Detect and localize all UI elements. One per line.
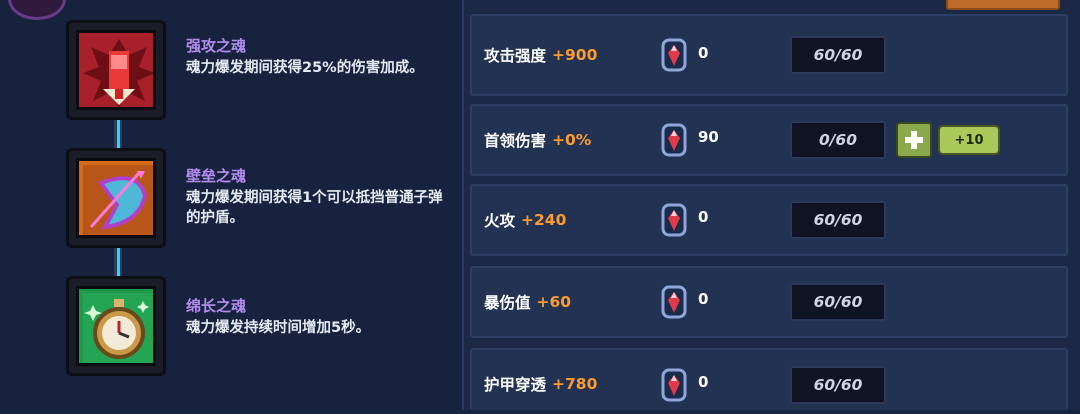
soul-gem-icon <box>661 38 687 72</box>
soul-title: 壁垒之魂 <box>186 167 247 185</box>
level-progress: 60/60 <box>790 283 886 321</box>
red-soul-emblem-icon <box>76 30 156 110</box>
soul-slot-3[interactable] <box>66 276 166 376</box>
soul-slot-1[interactable] <box>66 20 166 120</box>
soul-connector-glow <box>117 248 120 278</box>
stat-bonus: +900 <box>552 46 598 64</box>
stat-label: 火攻 +240 <box>484 186 566 254</box>
stat-label: 攻击强度 +900 <box>484 16 597 94</box>
gem-count: 0 <box>698 208 709 226</box>
stat-row-boss-damage: 首领伤害 +0% 90 0/60 +10 <box>470 104 1068 176</box>
soul-description: 魂力爆发期间获得25%的伤害加成。 <box>186 60 424 76</box>
soul-gem-icon <box>661 368 687 402</box>
gem-count: 0 <box>698 290 709 308</box>
stat-row-crit-damage: 暴伤值 +60 0 60/60 <box>470 266 1068 338</box>
soul-slot-2[interactable] <box>66 148 166 248</box>
gem-count: 0 <box>698 44 709 62</box>
level-progress: 60/60 <box>790 201 886 239</box>
stat-bonus: +240 <box>521 211 567 229</box>
add-ten-levels-button[interactable]: +10 <box>938 125 1000 155</box>
soul-connector-glow <box>117 118 120 150</box>
stat-bonus: +60 <box>536 293 572 311</box>
gem-count: 90 <box>698 128 719 146</box>
soul-title: 强攻之魂 <box>186 37 247 55</box>
soul-description: 魂力爆发期间获得1个可以抵挡普通子弹的护盾。 <box>186 190 443 226</box>
soul-gem-icon <box>661 123 687 157</box>
stopwatch-icon <box>76 286 156 366</box>
stat-label: 首领伤害 +0% <box>484 106 591 174</box>
stat-row-armor-penetration: 护甲穿透 +780 0 60/60 <box>470 348 1068 410</box>
shield-bow-icon <box>76 158 156 238</box>
soul-title: 绵长之魂 <box>186 297 247 315</box>
stat-bonus: +780 <box>552 375 598 393</box>
stat-row-attack: 攻击强度 +900 0 60/60 <box>470 14 1068 96</box>
gem-count: 0 <box>698 373 709 391</box>
stat-name: 火攻 <box>484 212 516 230</box>
stat-bonus: +0% <box>552 131 592 149</box>
add-level-button[interactable] <box>896 122 932 158</box>
stat-name: 护甲穿透 <box>484 376 547 394</box>
soul-description: 魂力爆发持续时间增加5秒。 <box>186 320 371 336</box>
stat-label: 暴伤值 +60 <box>484 268 571 336</box>
stat-label: 护甲穿透 +780 <box>484 354 597 414</box>
level-progress: 0/60 <box>790 121 886 159</box>
level-progress: 60/60 <box>790 366 886 404</box>
stat-name: 暴伤值 <box>484 294 531 312</box>
stat-name: 攻击强度 <box>484 47 547 65</box>
stat-name: 首领伤害 <box>484 132 547 150</box>
soul-gem-icon <box>661 203 687 237</box>
soul-gem-icon <box>661 285 687 319</box>
stat-row-fire-attack: 火攻 +240 0 60/60 <box>470 184 1068 256</box>
top-action-button[interactable] <box>946 0 1060 10</box>
level-progress: 60/60 <box>790 36 886 74</box>
